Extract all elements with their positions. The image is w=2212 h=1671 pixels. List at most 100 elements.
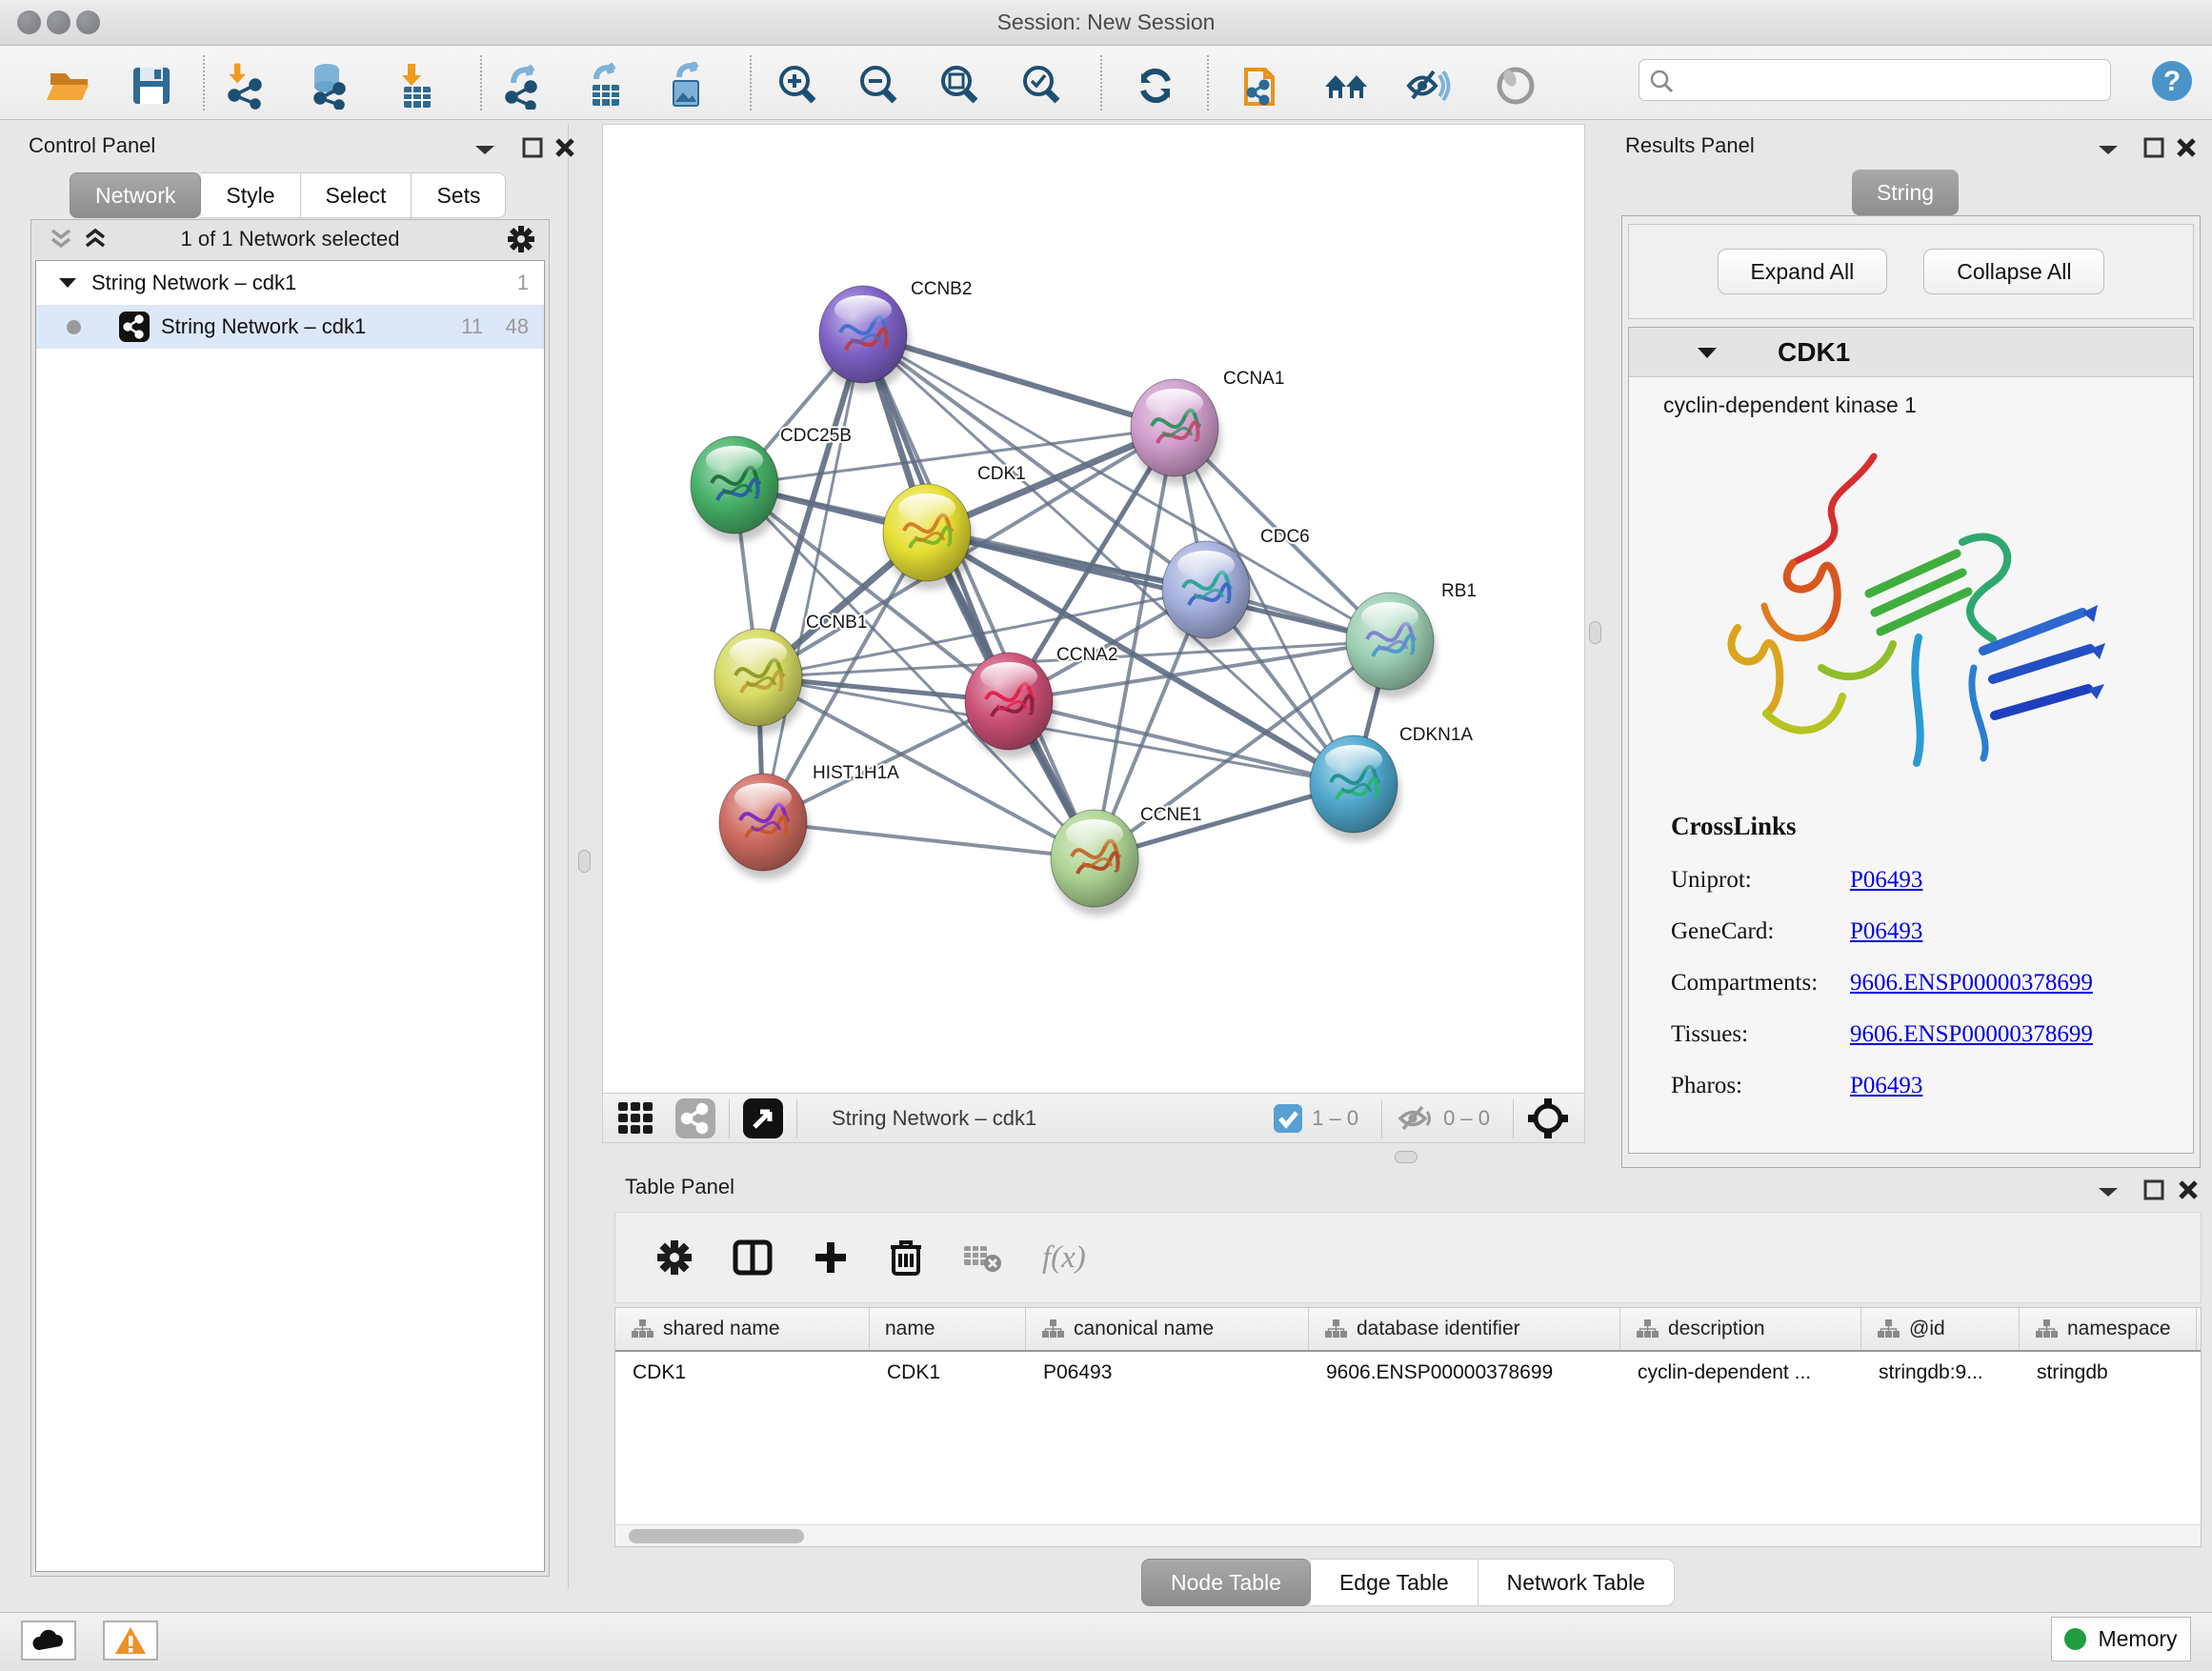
edge-HIST1H1A-CCNE1[interactable] bbox=[763, 822, 1095, 858]
home-string-button[interactable] bbox=[1322, 62, 1370, 110]
control-panel-title: Control Panel bbox=[29, 133, 155, 157]
column-header[interactable]: shared name bbox=[615, 1308, 870, 1350]
panel-menu-chevron-icon[interactable] bbox=[2096, 1183, 2121, 1200]
table-cell[interactable]: CDK1 bbox=[870, 1352, 1026, 1394]
node-CCNA1[interactable] bbox=[1131, 379, 1221, 485]
table-cell[interactable]: cyclin-dependent ... bbox=[1620, 1352, 1861, 1394]
horizontal-splitter-grip[interactable] bbox=[1395, 1151, 1418, 1163]
node-CDK1[interactable] bbox=[883, 484, 974, 590]
tab-network[interactable]: Network bbox=[70, 172, 201, 218]
node-CCNA2[interactable] bbox=[965, 653, 1056, 758]
column-header[interactable]: database identifier bbox=[1309, 1308, 1620, 1350]
network-collection-row[interactable]: String Network – cdk1 1 bbox=[36, 261, 544, 305]
column-header[interactable]: description bbox=[1620, 1308, 1861, 1350]
panel-menu-chevron-icon[interactable] bbox=[473, 141, 497, 158]
save-session-button[interactable] bbox=[128, 62, 175, 110]
scrollbar-thumb[interactable] bbox=[629, 1529, 804, 1543]
network-view-panel: CCNB2CCNA1CDC25BCDK1CDC6RB1CCNB1CCNA2HIS… bbox=[602, 124, 1585, 1143]
edge-CCNB2-CCNA1[interactable] bbox=[863, 334, 1175, 428]
delete-column-icon[interactable] bbox=[888, 1238, 924, 1278]
panel-menu-chevron-icon[interactable] bbox=[2096, 141, 2121, 158]
network-canvas[interactable]: CCNB2CCNA1CDC25BCDK1CDC6RB1CCNB1CCNA2HIS… bbox=[603, 125, 1584, 1093]
table-cell[interactable]: stringdb:9... bbox=[1861, 1352, 2020, 1394]
tab-string[interactable]: String bbox=[1852, 170, 1959, 215]
column-header[interactable]: canonical name bbox=[1026, 1308, 1309, 1350]
float-panel-icon[interactable] bbox=[520, 135, 545, 160]
float-panel-icon[interactable] bbox=[2142, 1178, 2166, 1202]
crosslink-link[interactable]: P06493 bbox=[1850, 1073, 1922, 1099]
expand-all-button[interactable]: Expand All bbox=[1718, 249, 1888, 294]
crosslink-link[interactable]: 9606.ENSP00000378699 bbox=[1850, 1021, 2093, 1048]
tab-edge-table[interactable]: Edge Table bbox=[1311, 1559, 1478, 1606]
column-header[interactable]: namespace bbox=[2020, 1308, 2197, 1350]
node-CCNE1[interactable] bbox=[1051, 810, 1141, 916]
status-bar: Memory bbox=[0, 1612, 2212, 1671]
network-row[interactable]: String Network – cdk1 11 48 bbox=[36, 305, 544, 349]
open-session-button[interactable] bbox=[46, 62, 93, 110]
add-column-icon[interactable] bbox=[812, 1238, 850, 1277]
node-RB1[interactable] bbox=[1346, 593, 1437, 698]
protein-section-header[interactable]: CDK1 bbox=[1629, 328, 2193, 377]
tab-sets[interactable]: Sets bbox=[412, 172, 506, 218]
close-panel-icon[interactable] bbox=[553, 135, 577, 160]
table-cell[interactable]: stringdb bbox=[2020, 1352, 2197, 1394]
crosslink-link[interactable]: P06493 bbox=[1850, 918, 1922, 945]
table-cell[interactable]: CDK1 bbox=[615, 1352, 870, 1394]
node-CCNB2[interactable] bbox=[819, 286, 910, 392]
zoom-fit-button[interactable] bbox=[935, 62, 983, 110]
float-panel-icon[interactable] bbox=[2142, 135, 2166, 160]
crosslink-link[interactable]: 9606.ENSP00000378699 bbox=[1850, 970, 2093, 997]
import-database-button[interactable] bbox=[303, 62, 351, 110]
node-HIST1H1A[interactable] bbox=[719, 774, 810, 879]
column-header[interactable]: name bbox=[870, 1308, 1026, 1350]
edge-CCNB2-HIST1H1A[interactable] bbox=[763, 334, 863, 822]
vertical-splitter-grip[interactable] bbox=[1589, 621, 1601, 644]
table-cell[interactable]: 9606.ENSP00000378699 bbox=[1309, 1352, 1620, 1394]
show-columns-icon[interactable] bbox=[732, 1237, 774, 1278]
table-cell[interactable]: P06493 bbox=[1026, 1352, 1309, 1394]
column-header[interactable]: @id bbox=[1861, 1308, 2020, 1350]
crosslink-label: Compartments: bbox=[1671, 970, 1850, 997]
gear-icon[interactable] bbox=[507, 225, 535, 253]
node-CDC25B[interactable] bbox=[691, 436, 781, 542]
network-view-mode-icon[interactable] bbox=[675, 1098, 715, 1138]
node-CDKN1A[interactable] bbox=[1310, 735, 1400, 841]
toolbar-search-input[interactable] bbox=[1639, 59, 2111, 101]
refresh-view-button[interactable] bbox=[1132, 62, 1179, 110]
crosslink-link[interactable]: P06493 bbox=[1850, 867, 1922, 894]
table-horizontal-scrollbar[interactable] bbox=[614, 1524, 2202, 1547]
edge-CDK1-RB1[interactable] bbox=[927, 533, 1390, 641]
zoom-out-button[interactable] bbox=[855, 62, 902, 110]
warnings-button[interactable] bbox=[103, 1621, 158, 1661]
export-network-button[interactable] bbox=[502, 62, 550, 110]
new-network-from-selection-button[interactable] bbox=[1238, 62, 1286, 110]
vertical-splitter-grip[interactable] bbox=[578, 850, 591, 873]
export-table-button[interactable] bbox=[583, 62, 631, 110]
import-network-button[interactable] bbox=[223, 62, 271, 110]
zoom-in-button[interactable] bbox=[774, 62, 821, 110]
table-row[interactable]: CDK1CDK1P064939606.ENSP00000378699cyclin… bbox=[615, 1352, 2201, 1394]
table-options-gear-icon[interactable] bbox=[655, 1238, 694, 1277]
show-hide-graphics-button[interactable] bbox=[1403, 62, 1451, 110]
import-table-button[interactable] bbox=[392, 62, 440, 110]
selected-checkbox-icon[interactable] bbox=[1274, 1104, 1302, 1133]
tab-node-table[interactable]: Node Table bbox=[1141, 1559, 1311, 1606]
preview-sphere-icon[interactable] bbox=[1492, 62, 1539, 110]
help-button[interactable]: ? bbox=[2149, 58, 2197, 106]
grid-view-icon[interactable] bbox=[616, 1098, 656, 1138]
node-label-CDC25B: CDC25B bbox=[780, 426, 852, 446]
tab-select[interactable]: Select bbox=[301, 172, 412, 218]
tab-network-table[interactable]: Network Table bbox=[1478, 1559, 1675, 1606]
detach-view-icon[interactable] bbox=[743, 1098, 783, 1138]
close-panel-icon[interactable] bbox=[2176, 1178, 2201, 1202]
cloud-button[interactable] bbox=[21, 1621, 76, 1661]
section-collapse-icon[interactable] bbox=[1696, 344, 1719, 361]
export-image-button[interactable] bbox=[664, 62, 712, 110]
zoom-selected-button[interactable] bbox=[1017, 62, 1065, 110]
memory-button[interactable]: Memory bbox=[2051, 1617, 2191, 1661]
tab-style[interactable]: Style bbox=[201, 172, 300, 218]
close-panel-icon[interactable] bbox=[2174, 135, 2199, 160]
tree-expand-icon[interactable] bbox=[57, 275, 78, 291]
birdseye-navigator-icon[interactable] bbox=[1527, 1097, 1569, 1139]
collapse-all-button[interactable]: Collapse All bbox=[1923, 249, 2104, 294]
